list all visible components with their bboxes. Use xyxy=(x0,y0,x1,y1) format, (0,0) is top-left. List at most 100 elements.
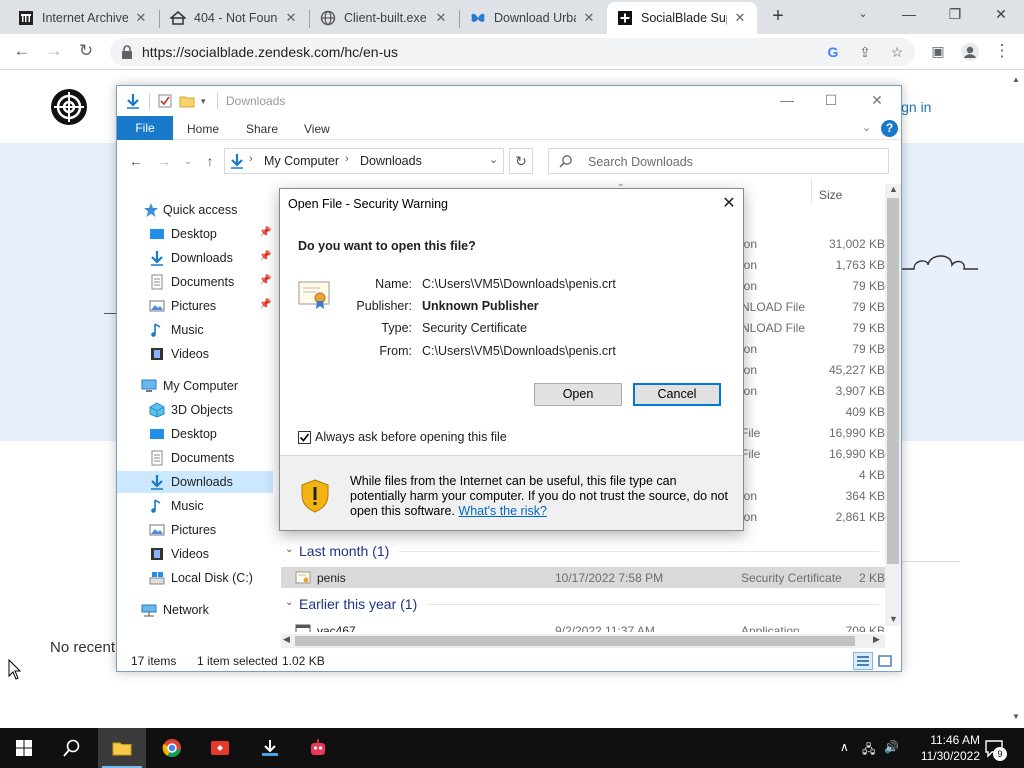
always-ask-checkbox[interactable] xyxy=(298,431,311,444)
tab-close-icon[interactable]: ✕ xyxy=(733,10,747,26)
breadcrumb-chevron-icon[interactable]: › xyxy=(345,153,349,165)
nav-local-disk[interactable]: Local Disk (C:) xyxy=(117,567,273,589)
browser-tab[interactable]: Download Urban ✕ xyxy=(460,2,606,34)
chrome-menu-icon[interactable]: ⋮ xyxy=(990,40,1014,64)
taskbar-chrome[interactable] xyxy=(148,728,196,768)
explorer-minimize-button[interactable]: — xyxy=(767,90,807,112)
horizontal-scrollbar[interactable]: ◀ ▶ xyxy=(281,634,885,648)
network-status-icon[interactable]: 🖧 xyxy=(862,740,875,761)
explorer-maximize-button[interactable]: ☐ xyxy=(811,90,851,112)
bookmark-star-icon[interactable]: ☆ xyxy=(888,43,906,61)
new-tab-button[interactable]: + xyxy=(766,5,790,29)
google-icon[interactable]: G xyxy=(824,43,842,61)
volume-icon[interactable]: 🔊 xyxy=(884,740,899,754)
group-header-earlier[interactable]: ⌄ Earlier this year (1) xyxy=(281,594,885,616)
nav-quick-access[interactable]: Quick access xyxy=(117,199,273,221)
show-hidden-icons-icon[interactable]: ∧ xyxy=(840,740,849,754)
tab-close-icon[interactable]: ✕ xyxy=(134,10,148,26)
side-panel-icon[interactable]: ▣ xyxy=(926,40,950,64)
large-icons-view-icon[interactable] xyxy=(875,652,895,670)
ribbon-tab-share[interactable]: Share xyxy=(246,122,278,136)
breadcrumb-downloads[interactable]: Downloads xyxy=(360,154,422,168)
dialog-close-button[interactable]: ✕ xyxy=(718,194,740,214)
refresh-button[interactable]: ↻ xyxy=(509,148,533,174)
file-row-selected[interactable]: penis 10/17/2022 7:58 PM Security Certif… xyxy=(281,567,885,588)
group-header-last-month[interactable]: ⌄ Last month (1) xyxy=(281,541,885,563)
scroll-up-icon[interactable]: ▲ xyxy=(889,184,898,194)
nav-qa-pictures[interactable]: Pictures 📌 xyxy=(117,295,273,317)
nav-desktop[interactable]: Desktop xyxy=(117,423,273,445)
new-folder-icon[interactable] xyxy=(179,93,195,109)
ribbon-tab-view[interactable]: View xyxy=(304,122,330,136)
scroll-left-icon[interactable]: ◀ xyxy=(283,634,290,645)
ribbon-expand-icon[interactable]: ⌄ xyxy=(862,121,871,134)
nav-my-computer[interactable]: My Computer xyxy=(117,375,273,397)
nav-qa-documents[interactable]: Documents 📌 xyxy=(117,271,273,293)
tab-close-icon[interactable]: ✕ xyxy=(284,10,298,26)
pin-icon[interactable]: 📌 xyxy=(259,299,271,310)
page-scroll-up-icon[interactable]: ▲ xyxy=(1012,75,1020,84)
browser-tab[interactable]: 404 - Not Found ✕ xyxy=(160,2,308,34)
taskbar-file-explorer[interactable] xyxy=(98,728,146,768)
nav-qa-music[interactable]: Music xyxy=(117,319,273,341)
forward-button[interactable]: → xyxy=(42,40,66,64)
explorer-forward-button[interactable]: → xyxy=(155,152,173,170)
scrollbar-thumb[interactable] xyxy=(295,636,855,646)
taskbar-clock[interactable]: 11:46 AM 11/30/2022 xyxy=(900,732,980,764)
up-folder-button[interactable]: ↑ xyxy=(201,152,219,170)
file-row[interactable]: vac467 9/2/2022 11:37 AM Application 709… xyxy=(281,620,885,632)
pin-icon[interactable]: 📌 xyxy=(259,275,271,286)
open-button[interactable]: Open xyxy=(534,383,622,406)
nav-music[interactable]: Music xyxy=(117,495,273,517)
taskbar-app-robot[interactable] xyxy=(294,728,342,768)
breadcrumb-chevron-icon[interactable]: › xyxy=(249,153,253,165)
scroll-right-icon[interactable]: ▶ xyxy=(873,634,880,645)
sign-in-link[interactable]: ign in xyxy=(898,99,931,115)
properties-icon[interactable] xyxy=(157,93,173,109)
nav-qa-downloads[interactable]: Downloads 📌 xyxy=(117,247,273,269)
explorer-close-button[interactable]: ✕ xyxy=(857,90,897,112)
explorer-back-button[interactable]: ← xyxy=(127,152,145,170)
taskbar-app-downloader[interactable] xyxy=(246,728,294,768)
details-view-icon[interactable] xyxy=(853,652,873,670)
address-dropdown-icon[interactable]: ⌄ xyxy=(489,153,498,166)
scroll-down-icon[interactable]: ▼ xyxy=(889,614,898,624)
tab-close-icon[interactable]: ✕ xyxy=(434,10,448,26)
profile-avatar-icon[interactable] xyxy=(958,40,982,64)
pin-icon[interactable]: 📌 xyxy=(259,251,271,262)
close-window-button[interactable]: ✕ xyxy=(978,0,1024,30)
collapse-chevron-icon[interactable]: ⌄ xyxy=(285,544,293,555)
nav-qa-videos[interactable]: Videos xyxy=(117,343,273,365)
whats-the-risk-link[interactable]: What's the risk? xyxy=(458,504,547,518)
pin-icon[interactable]: 📌 xyxy=(259,227,271,238)
nav-3d-objects[interactable]: 3D Objects xyxy=(117,399,273,421)
search-downloads-input[interactable]: Search Downloads xyxy=(548,148,889,174)
ribbon-tab-home[interactable]: Home xyxy=(187,122,219,136)
explorer-address-bar[interactable]: › My Computer › Downloads ⌄ xyxy=(224,148,504,174)
cancel-button[interactable]: Cancel xyxy=(633,383,721,406)
browser-tab[interactable]: Client-built.exe ✕ xyxy=(310,2,458,34)
tab-search-icon[interactable]: ⌄ xyxy=(840,0,886,30)
tab-close-icon[interactable]: ✕ xyxy=(582,10,596,26)
nav-documents[interactable]: Documents xyxy=(117,447,273,469)
nav-qa-desktop[interactable]: Desktop 📌 xyxy=(117,223,273,245)
notification-center-button[interactable]: 9 xyxy=(984,738,1007,761)
ribbon-tab-file[interactable]: File xyxy=(117,116,173,140)
collapse-chevron-icon[interactable]: ⌄ xyxy=(285,597,293,608)
browser-tab[interactable]: Internet Archive ✕ xyxy=(8,2,158,34)
share-icon[interactable]: ⇪ xyxy=(856,43,874,61)
vertical-scrollbar[interactable]: ▲ ▼ xyxy=(885,184,901,626)
nav-downloads-selected[interactable]: Downloads xyxy=(117,471,273,493)
recent-locations-icon[interactable]: ⌄ xyxy=(179,152,197,170)
restore-button[interactable]: ❐ xyxy=(932,0,978,30)
back-button[interactable]: ← xyxy=(10,40,34,64)
nav-videos[interactable]: Videos xyxy=(117,543,273,565)
address-bar[interactable]: https://socialblade.zendesk.com/hc/en-us… xyxy=(110,38,915,66)
start-button[interactable] xyxy=(0,728,48,768)
scrollbar-thumb[interactable] xyxy=(887,198,899,564)
page-scroll-down-icon[interactable]: ▼ xyxy=(1012,712,1020,721)
reload-button[interactable]: ↻ xyxy=(74,40,98,64)
socialblade-logo[interactable] xyxy=(50,88,88,126)
taskbar-search-button[interactable] xyxy=(48,728,96,768)
breadcrumb-my-computer[interactable]: My Computer xyxy=(264,154,339,168)
